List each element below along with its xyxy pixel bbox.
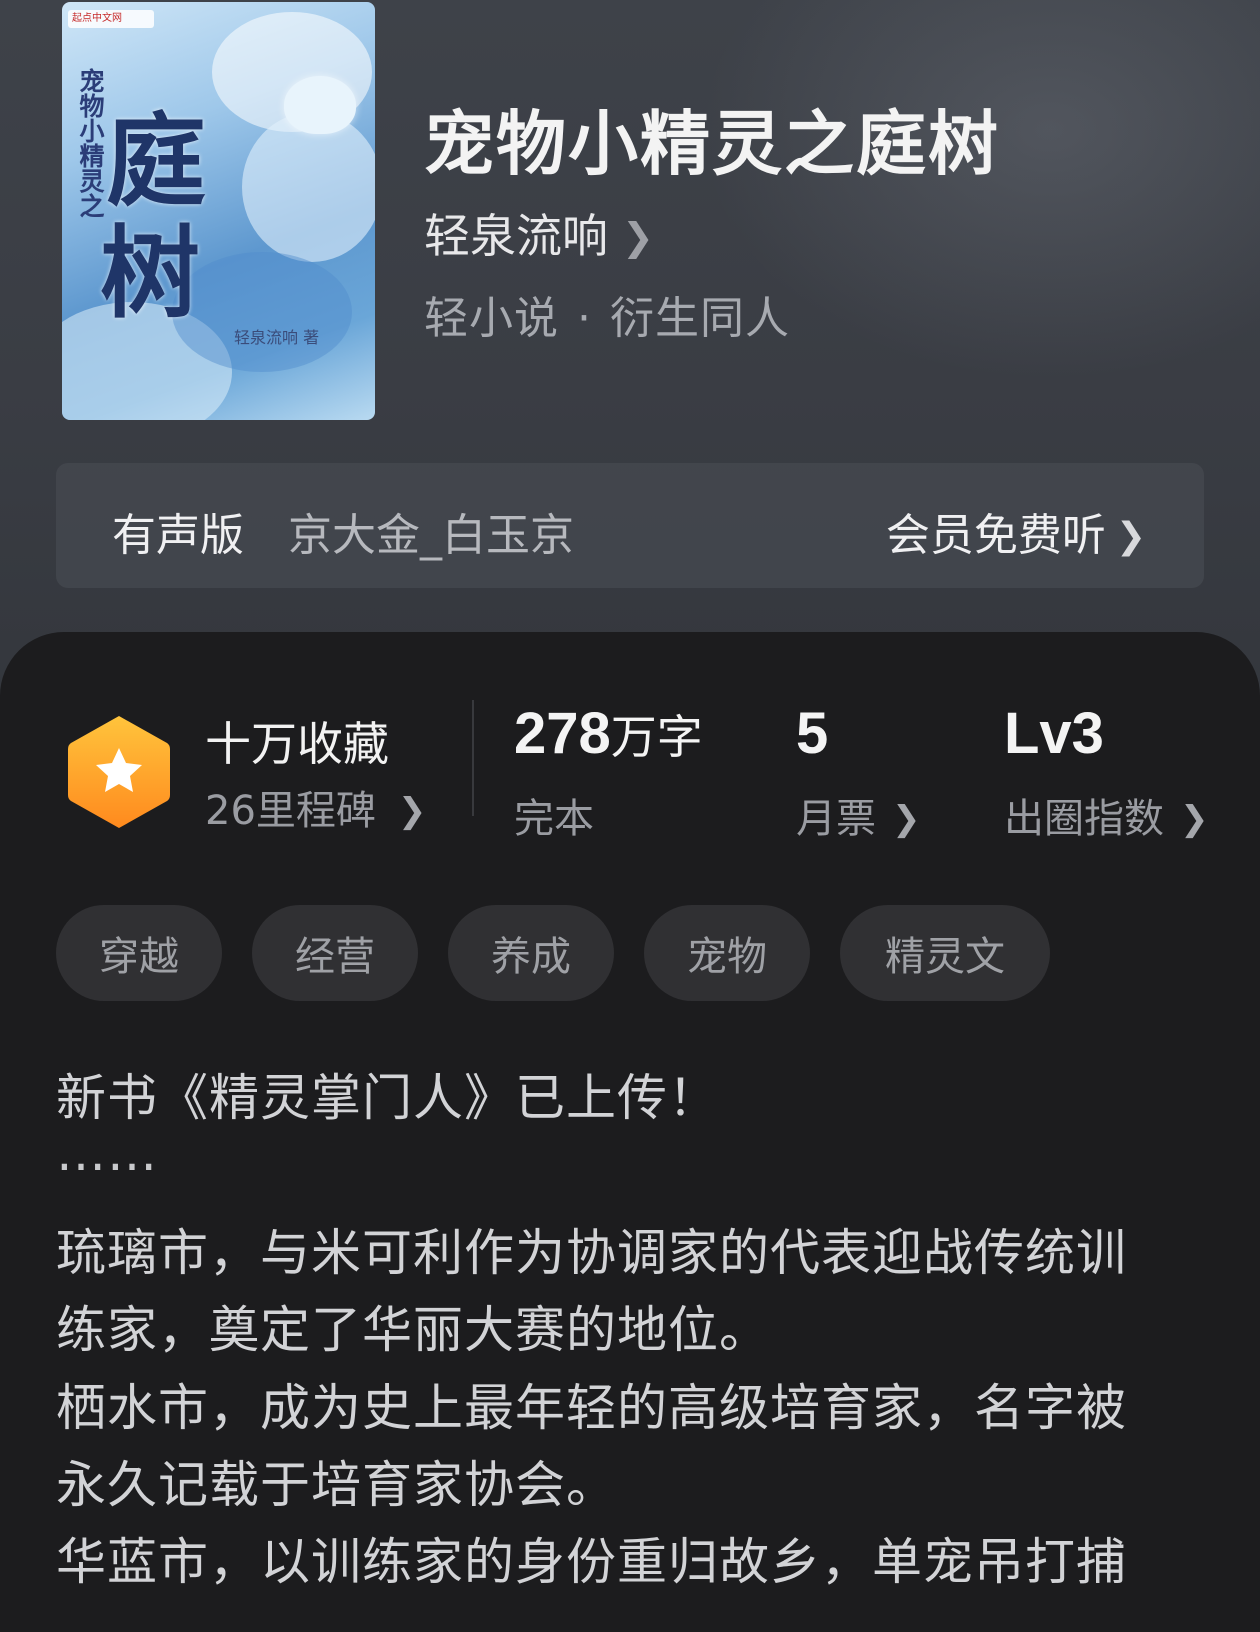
cover-author-signature: 轻泉流响 著 — [234, 328, 320, 347]
cover-title-char: 树 — [100, 214, 200, 332]
word-count: 278万字 — [514, 700, 703, 767]
synopsis-line: 永久记载于培育家协会。 — [56, 1456, 617, 1514]
tag-chip[interactable]: 养成 — [448, 905, 614, 1001]
chevron-right-icon: ❯ — [892, 799, 921, 839]
synopsis-line: 栖水市，成为史上最年轻的高级培育家，名字被 — [56, 1379, 1127, 1437]
influence-index-label: 出圈指数 — [1004, 796, 1164, 842]
word-count-value: 278 — [514, 701, 611, 766]
member-free-listen-label: 会员免费听 — [885, 510, 1106, 561]
influence-index-link[interactable]: 出圈指数 ❯ — [1004, 786, 1209, 844]
influence-level-value: Lv3 — [1004, 701, 1104, 766]
tag-chip[interactable]: 穿越 — [56, 905, 222, 1001]
book-title: 宠物小精灵之庭树 — [424, 102, 1000, 185]
book-cover[interactable]: 起点中文网 宠物小精灵之 庭 树 轻泉流响 著 — [62, 2, 375, 420]
audio-version-bar[interactable]: 有声版 京大金_白玉京 会员免费听 ❯ — [56, 463, 1204, 588]
synopsis-line: 新书《精灵掌门人》已上传！ — [56, 1069, 719, 1127]
synopsis-line: …… — [56, 1124, 158, 1182]
chevron-right-icon: ❯ — [1180, 799, 1209, 839]
cover-publisher-logo: 起点中文网 — [68, 10, 154, 28]
genre-subcategory: 衍生同人 — [610, 293, 790, 344]
member-free-listen-button[interactable]: 会员免费听 ❯ — [886, 499, 1146, 563]
completion-status: 完本 — [514, 796, 594, 842]
cover-bird-illustration — [284, 76, 356, 134]
milestones-label: 26里程碑 — [205, 788, 376, 834]
author-link[interactable]: 轻泉流响 ❯ — [424, 200, 654, 266]
book-header: 起点中文网 宠物小精灵之 庭 树 轻泉流响 著 宠物小精灵之庭树 轻泉流响 ❯ 轻… — [0, 0, 1260, 700]
author-name: 轻泉流响 — [424, 209, 608, 263]
book-genre: 轻小说 · 衍生同人 — [424, 282, 790, 346]
genre-separator: · — [577, 293, 592, 344]
monthly-votes-label: 月票 — [796, 796, 876, 842]
tag-chip[interactable]: 经营 — [252, 905, 418, 1001]
cover-subtitle: 宠物小精灵之 — [76, 68, 105, 218]
monthly-votes-link[interactable]: 月票 ❯ — [796, 786, 921, 844]
synopsis-line: 练家，奠定了华丽大赛的地位。 — [56, 1301, 770, 1359]
word-count-unit: 万字 — [610, 710, 703, 764]
milestones-link[interactable]: 26里程碑 ❯ — [205, 778, 426, 836]
tag-chip[interactable]: 宠物 — [644, 905, 810, 1001]
monthly-votes-value: 5 — [796, 701, 829, 766]
synopsis-line: 琉璃市，与米可利作为协调家的代表迎战传统训 — [56, 1224, 1127, 1282]
audio-narrator: 京大金_白玉京 — [288, 510, 574, 561]
cover-cloud — [242, 112, 375, 262]
star-hexagon-icon[interactable] — [64, 712, 174, 832]
chevron-right-icon: ❯ — [397, 791, 427, 831]
chevron-right-icon: ❯ — [622, 215, 654, 259]
synopsis-line: 华蓝市，以训练家的身份重归故乡，单宠吊打捕 — [56, 1533, 1127, 1591]
stats-divider — [472, 700, 474, 816]
tag-chip[interactable]: 精灵文 — [840, 905, 1050, 1001]
chevron-right-icon: ❯ — [1115, 516, 1146, 557]
genre-category: 轻小说 — [424, 293, 559, 344]
favorites-count: 十万收藏 — [205, 717, 389, 771]
audio-version-label: 有声版 — [112, 510, 244, 561]
